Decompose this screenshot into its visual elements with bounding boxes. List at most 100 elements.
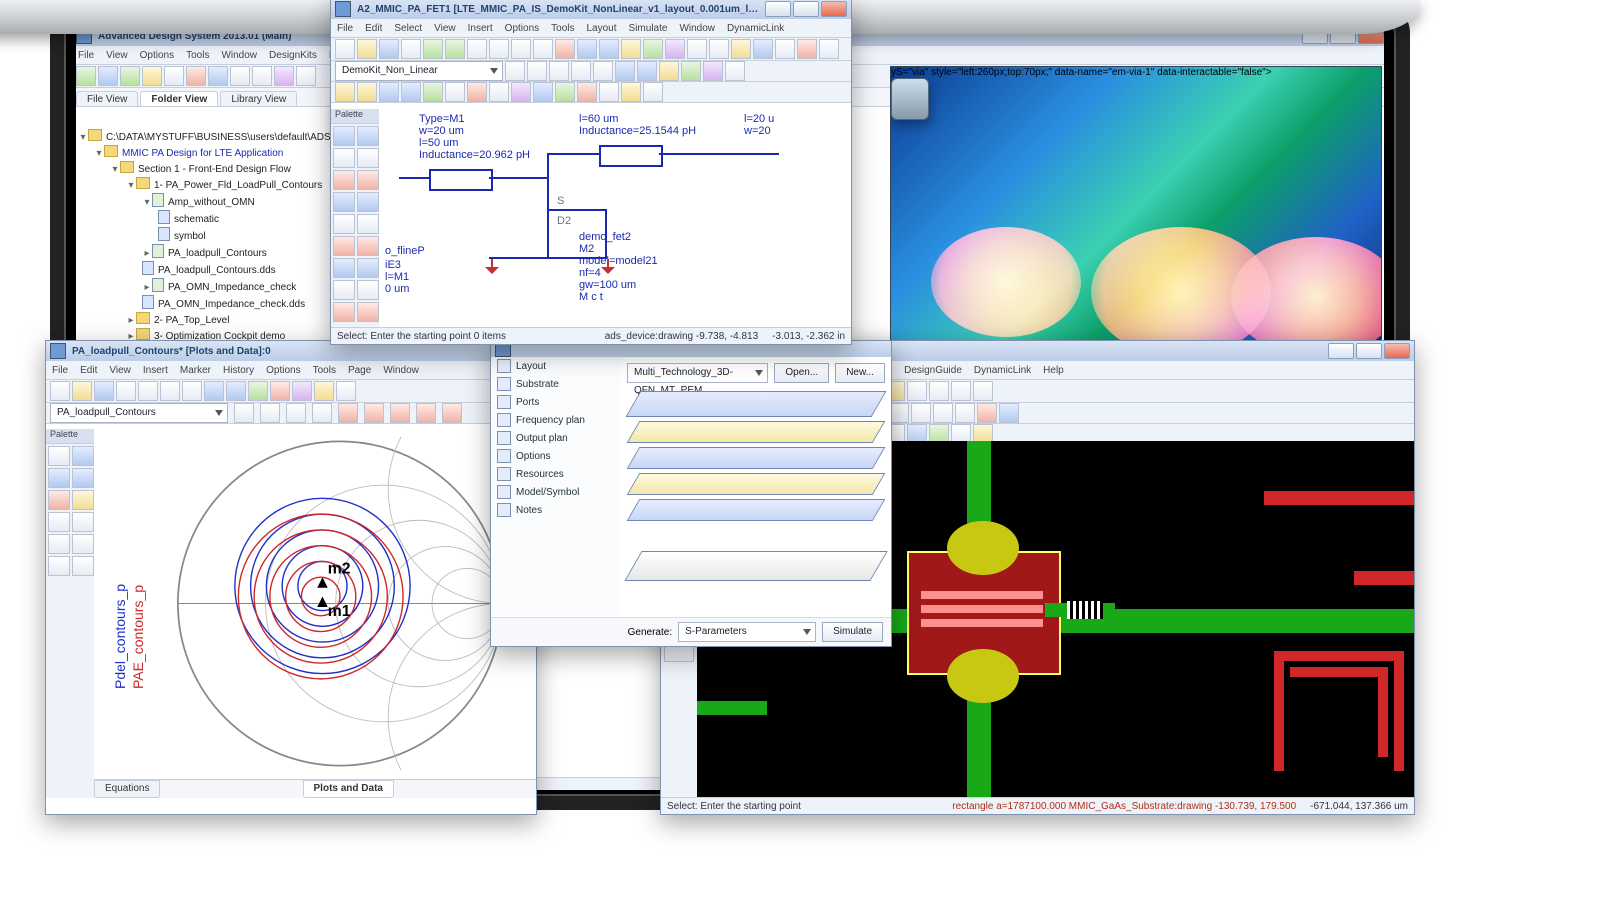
- tb-delete-icon[interactable]: [533, 39, 553, 59]
- pal-cmp-6[interactable]: [357, 170, 379, 190]
- pal-cmp-3[interactable]: [333, 148, 355, 168]
- dataset-combo[interactable]: PA_loadpull_Contours: [50, 403, 228, 423]
- lt-square-icon[interactable]: [929, 381, 949, 401]
- save-icon[interactable]: [142, 66, 162, 86]
- lay-minimize-button[interactable]: [1328, 343, 1354, 359]
- tb3-5-icon[interactable]: [423, 82, 443, 102]
- pt-first-icon[interactable]: [234, 403, 254, 423]
- pt-arrow-icon[interactable]: [138, 381, 158, 401]
- plots-palette[interactable]: Palette: [46, 429, 95, 798]
- pal-grid-icon[interactable]: [72, 446, 94, 466]
- tree-n1c[interactable]: PA_loadpull_Contours.dds: [158, 265, 276, 276]
- tb-wire-icon[interactable]: [527, 61, 547, 81]
- pal-cmp-4[interactable]: [357, 148, 379, 168]
- side-notes[interactable]: Notes: [491, 501, 621, 519]
- pal-cmp-10[interactable]: [357, 214, 379, 234]
- lt2-6-icon[interactable]: [955, 403, 975, 423]
- em-3d-view[interactable]: yS="via" style="left:260px;top:70px;" da…: [890, 66, 1382, 348]
- record-icon[interactable]: [186, 66, 206, 86]
- pt-trace5-icon[interactable]: [442, 403, 462, 423]
- chart-icon[interactable]: [208, 66, 228, 86]
- open-button[interactable]: Open...: [774, 363, 829, 383]
- tb-open-icon[interactable]: [357, 39, 377, 59]
- inductor-l2[interactable]: [599, 145, 663, 167]
- schematic-canvas[interactable]: Type=M1 w=20 um l=50 um Inductance=20.96…: [379, 109, 851, 328]
- layer-bottom[interactable]: [624, 551, 887, 581]
- pal-box-icon[interactable]: [48, 534, 70, 554]
- side-substrate[interactable]: Substrate: [491, 375, 621, 393]
- schem-menu-options[interactable]: Options: [505, 23, 539, 34]
- plots-menu-marker[interactable]: Marker: [180, 365, 211, 376]
- tree-n1a[interactable]: Amp_without_OMN: [168, 197, 255, 208]
- tab-folder-view[interactable]: Folder View: [140, 91, 218, 106]
- tab-file-view[interactable]: File View: [76, 91, 138, 106]
- menu-view[interactable]: View: [106, 50, 128, 61]
- plots-menu-page[interactable]: Page: [348, 365, 371, 376]
- pal-rect-icon[interactable]: [48, 468, 70, 488]
- tb-misc3-icon[interactable]: [731, 39, 751, 59]
- pt-misc2-icon[interactable]: [336, 381, 356, 401]
- tb3-7-icon[interactable]: [467, 82, 487, 102]
- wizard-icon[interactable]: [274, 66, 294, 86]
- pt-zoom-icon[interactable]: [204, 381, 224, 401]
- pt-save-icon[interactable]: [94, 381, 114, 401]
- pal-cmp-8[interactable]: [357, 192, 379, 212]
- lay-menu-dynamiclink[interactable]: DynamicLink: [974, 365, 1031, 376]
- pal-diamond-icon[interactable]: [72, 534, 94, 554]
- plots-menu-window[interactable]: Window: [383, 365, 419, 376]
- tb-misc6-icon[interactable]: [797, 39, 817, 59]
- tb3-8-icon[interactable]: [489, 82, 509, 102]
- plots-menu-history[interactable]: History: [223, 365, 254, 376]
- tb3-15-icon[interactable]: [643, 82, 663, 102]
- tree-n2[interactable]: 2- PA_Top_Level: [154, 315, 229, 326]
- tb-text-icon[interactable]: [593, 61, 613, 81]
- lt2-7-icon[interactable]: [977, 403, 997, 423]
- layer-5[interactable]: [627, 499, 886, 521]
- tb-misc2-icon[interactable]: [709, 39, 729, 59]
- schematic-menubar[interactable]: File Edit Select View Insert Options Too…: [331, 19, 851, 38]
- schematic-titlebar[interactable]: A2_MMIC_PA_FET1 [LTE_MMIC_PA_IS_DemoKit_…: [331, 0, 851, 19]
- lay-menu-designguide[interactable]: DesignGuide: [904, 365, 962, 376]
- tab-library-view[interactable]: Library View: [220, 91, 297, 106]
- tb-net-icon[interactable]: [571, 61, 591, 81]
- schem-menu-select[interactable]: Select: [394, 23, 422, 34]
- side-model-symbol[interactable]: Model/Symbol: [491, 483, 621, 501]
- tb-gnd-icon[interactable]: [549, 61, 569, 81]
- pal-cmp-5[interactable]: [333, 170, 355, 190]
- tb-zoom-icon[interactable]: [577, 39, 597, 59]
- tb3-12-icon[interactable]: [577, 82, 597, 102]
- pt-trace1-icon[interactable]: [338, 403, 358, 423]
- side-ports[interactable]: Ports: [491, 393, 621, 411]
- tb-pin-icon[interactable]: [505, 61, 525, 81]
- plots-tab-equations[interactable]: Equations: [94, 780, 160, 798]
- tree-root[interactable]: MMIC PA Design for LTE Application: [122, 148, 283, 159]
- plots-menu-options[interactable]: Options: [266, 365, 300, 376]
- tb-zoomfit-icon[interactable]: [599, 39, 619, 59]
- layer-3[interactable]: [627, 447, 886, 469]
- pt-undo-icon[interactable]: [160, 381, 180, 401]
- schem-menu-tools[interactable]: Tools: [551, 23, 574, 34]
- tb-sim2-icon[interactable]: [643, 39, 663, 59]
- schem-menu-simulate[interactable]: Simulate: [629, 23, 668, 34]
- pal-list-icon[interactable]: [72, 468, 94, 488]
- pt-misc1-icon[interactable]: [314, 381, 334, 401]
- tb3-3-icon[interactable]: [379, 82, 399, 102]
- plots-canvas[interactable]: m2 m1 Pdel_contours_p PAE_contours_p Equ…: [94, 429, 536, 798]
- schem-menu-view[interactable]: View: [434, 23, 456, 34]
- pal-cmp-12[interactable]: [357, 236, 379, 256]
- tb-rect-icon[interactable]: [615, 61, 635, 81]
- tb-new-icon[interactable]: [335, 39, 355, 59]
- tb-opt-icon[interactable]: [665, 39, 685, 59]
- pal-cmp-9[interactable]: [333, 214, 355, 234]
- pt-redo-icon[interactable]: [182, 381, 202, 401]
- plots-menu-insert[interactable]: Insert: [143, 365, 168, 376]
- plots-menu-view[interactable]: View: [109, 365, 131, 376]
- pal-smith-icon[interactable]: [48, 490, 70, 510]
- layer-4[interactable]: [627, 473, 886, 495]
- plots-menu-edit[interactable]: Edit: [80, 365, 97, 376]
- pal-poly-icon[interactable]: [72, 512, 94, 532]
- lay-close-button[interactable]: [1384, 343, 1410, 359]
- tree-n1d[interactable]: PA_OMN_Impedance_check: [168, 282, 296, 293]
- tb-record-icon[interactable]: [555, 39, 575, 59]
- tb3-13-icon[interactable]: [599, 82, 619, 102]
